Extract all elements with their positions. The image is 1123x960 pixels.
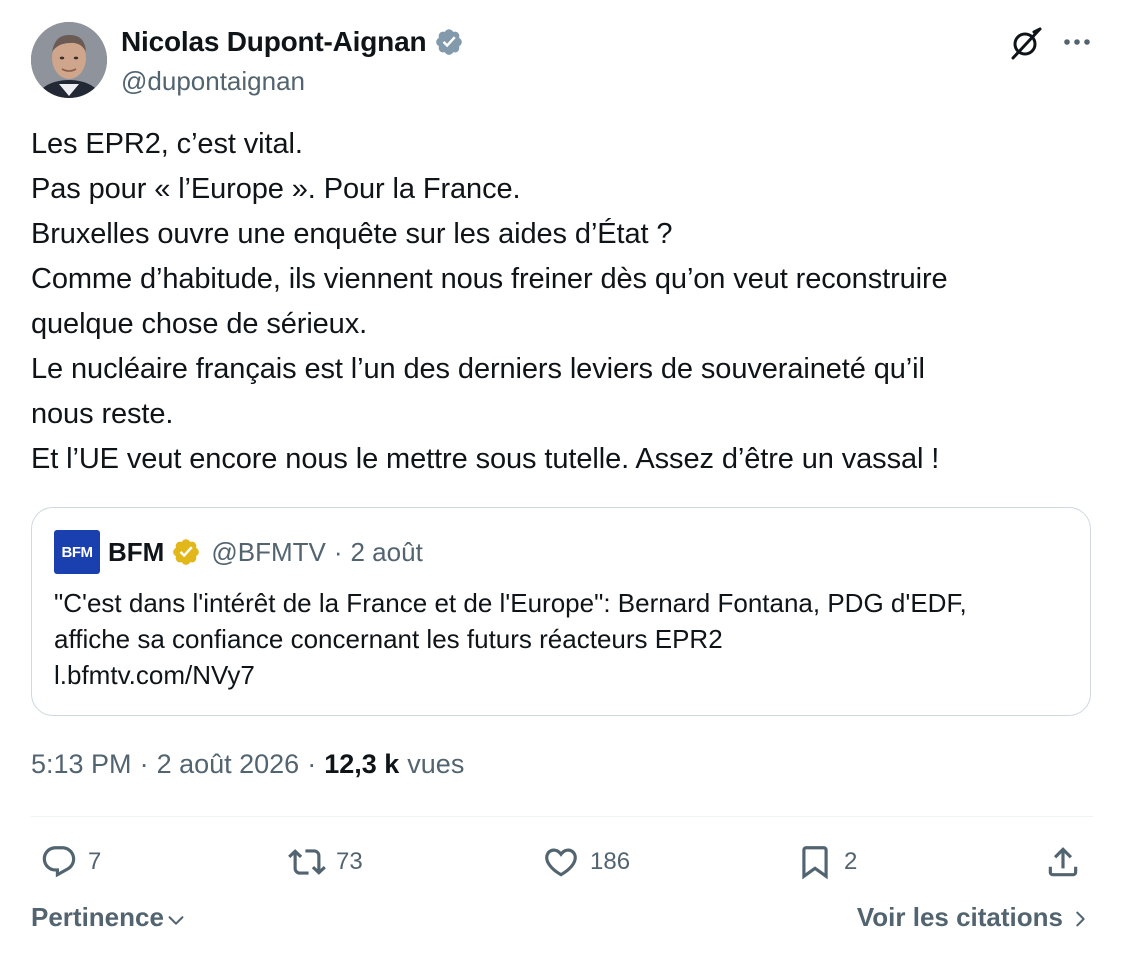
separator-dot: · bbox=[333, 536, 343, 567]
view-quotes-label: Voir les citations bbox=[856, 902, 1063, 932]
share-icon bbox=[1048, 847, 1078, 877]
tweet-line: Le nucléaire français est l’un des derni… bbox=[31, 353, 925, 385]
author-block: Nicolas Dupont-Aignan @dupontaignan bbox=[121, 26, 464, 97]
bfm-logo: BFM bbox=[54, 530, 100, 574]
reply-count: 7 bbox=[88, 848, 102, 875]
tweet-time[interactable]: 5:13 PM bbox=[31, 749, 132, 780]
bookmark-button[interactable]: 2 bbox=[796, 838, 857, 886]
avatar-portrait bbox=[31, 22, 107, 98]
tweet-line: Bruxelles ouvre une enquête sur les aide… bbox=[31, 218, 673, 250]
separator-dot: · bbox=[139, 749, 149, 779]
tweet-header: Nicolas Dupont-Aignan @dupontaignan bbox=[31, 22, 1093, 100]
tweet-line: nous reste. bbox=[31, 398, 174, 430]
grok-icon[interactable] bbox=[1009, 26, 1043, 60]
tweet-line: Comme d’habitude, ils viennent nous frei… bbox=[31, 263, 948, 295]
action-bar: 7 73 186 2 bbox=[40, 838, 1086, 886]
divider bbox=[31, 816, 1093, 817]
sort-label: Pertinence bbox=[31, 902, 164, 932]
quoted-tweet-body: "C'est dans l'intérêt de la France et de… bbox=[54, 585, 1064, 693]
tweet-line: quelque chose de sérieux. bbox=[31, 308, 368, 340]
tweet-date[interactable]: 2 août 2026 bbox=[157, 749, 300, 780]
retweet-count: 73 bbox=[336, 848, 363, 875]
tweet-text: Les EPR2, c’est vital. Pas pour « l’Euro… bbox=[31, 122, 1101, 482]
share-button[interactable] bbox=[1044, 838, 1082, 886]
retweet-button[interactable]: 73 bbox=[288, 838, 363, 886]
quoted-author-handle[interactable]: @BFMTV bbox=[211, 537, 326, 568]
verified-badge-icon[interactable] bbox=[434, 27, 464, 57]
quoted-tweet-line: "C'est dans l'intérêt de la France et de… bbox=[54, 588, 967, 618]
view-quotes-link[interactable]: Voir les citations bbox=[857, 902, 1091, 933]
bookmark-icon bbox=[802, 846, 828, 880]
author-handle[interactable]: @dupontaignan bbox=[121, 66, 464, 97]
more-icon[interactable] bbox=[1061, 30, 1093, 54]
like-count: 186 bbox=[590, 848, 631, 875]
avatar[interactable] bbox=[31, 22, 107, 98]
chevron-right-icon bbox=[1076, 911, 1085, 927]
retweet-icon bbox=[288, 849, 326, 875]
quoted-tweet-line: affiche sa confiance concernant les futu… bbox=[54, 624, 723, 654]
reply-icon bbox=[42, 846, 76, 878]
chevron-down-icon bbox=[168, 915, 184, 925]
quoted-tweet-link: l.bfmtv.com/NVy7 bbox=[54, 660, 255, 690]
quoted-tweet-date[interactable]: 2 août bbox=[351, 537, 423, 568]
quoted-tweet-header: BFM BFM @BFMTV · 2 août bbox=[54, 530, 423, 574]
separator-dot: · bbox=[307, 749, 317, 779]
tweet-meta: 5:13 PM · 2 août 2026 · 12,3 k vues bbox=[31, 749, 464, 780]
tweet-line: Les EPR2, c’est vital. bbox=[31, 128, 303, 160]
heart-icon bbox=[545, 848, 577, 877]
verified-gold-badge-icon bbox=[171, 537, 201, 567]
views-label: vues bbox=[407, 749, 465, 779]
author-name[interactable]: Nicolas Dupont-Aignan bbox=[121, 26, 427, 58]
replies-footer: Pertinence Voir les citations bbox=[31, 902, 1091, 942]
author-name-row: Nicolas Dupont-Aignan bbox=[121, 26, 464, 58]
views-count: 12,3 k bbox=[324, 749, 400, 779]
quoted-tweet-card[interactable]: BFM BFM @BFMTV · 2 août "C'est dans l'in… bbox=[31, 507, 1091, 716]
bookmark-count: 2 bbox=[844, 848, 858, 875]
like-button[interactable]: 186 bbox=[542, 838, 630, 886]
tweet-line: Et l’UE veut encore nous le mettre sous … bbox=[31, 443, 940, 475]
reply-button[interactable]: 7 bbox=[40, 838, 101, 886]
sort-replies-button[interactable]: Pertinence bbox=[31, 902, 187, 933]
quoted-author-name[interactable]: BFM bbox=[108, 537, 164, 568]
tweet-line: Pas pour « l’Europe ». Pour la France. bbox=[31, 173, 521, 205]
